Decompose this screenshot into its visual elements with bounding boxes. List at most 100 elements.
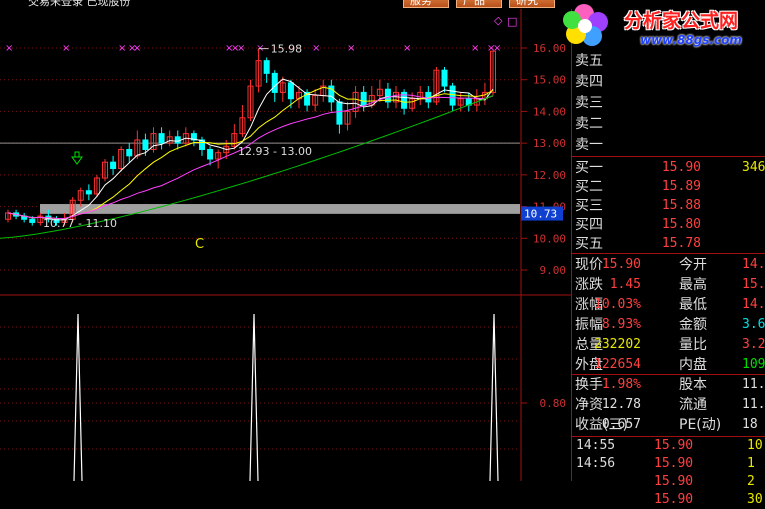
candle-body bbox=[271, 72, 278, 93]
spike-indicator bbox=[489, 313, 499, 481]
stat-row: 现价 15.90 今开 14.0 bbox=[572, 255, 765, 275]
stat-label: 振幅 bbox=[575, 317, 603, 333]
bid-row[interactable]: 买四 15.80 bbox=[572, 215, 765, 235]
tick-price: 15.90 bbox=[654, 438, 694, 453]
ask-label: 卖三 bbox=[575, 95, 603, 111]
signal-marker: × bbox=[471, 43, 479, 54]
tick-volume: 30 bbox=[747, 492, 763, 507]
stat-value: 10.03% bbox=[594, 297, 641, 312]
stat-label-2: 最高 bbox=[679, 277, 707, 293]
quote-panel: 卖五卖四卖三卖二卖一 买一 15.90 3461 买二 15.89 买三 15.… bbox=[572, 9, 765, 507]
bid-label: 买四 bbox=[575, 217, 603, 233]
candle-body bbox=[174, 136, 181, 144]
candle-body bbox=[85, 190, 92, 195]
stat-value: 8.93% bbox=[601, 317, 641, 332]
bid-price: 15.78 bbox=[661, 236, 701, 251]
stat-label: 现价 bbox=[575, 257, 603, 273]
bid-row[interactable]: 买二 15.89 bbox=[572, 177, 765, 197]
tick-row[interactable]: 15.90 30 bbox=[572, 491, 765, 509]
signal-marker: × bbox=[312, 43, 320, 54]
ask-row[interactable]: 卖三 bbox=[572, 93, 765, 113]
stat-value-2: 14.0 bbox=[742, 257, 765, 272]
y-tick-label: 12.00 bbox=[533, 169, 566, 182]
logo-url: www.88gs.com bbox=[640, 33, 742, 47]
candle-body bbox=[336, 101, 343, 125]
stat-value: 15.90 bbox=[601, 257, 641, 272]
stat-value: 0.657 bbox=[601, 417, 641, 432]
stat-label-2: 股本 bbox=[679, 377, 707, 393]
high-label: 15.98 bbox=[271, 43, 303, 56]
signal-marker: × bbox=[237, 43, 245, 54]
tick-volume: 10 bbox=[747, 438, 763, 453]
stat-row: 收益(三) 0.657 PE(动) 18 bbox=[572, 415, 765, 435]
product-button[interactable]: 产品 bbox=[456, 0, 502, 8]
flower-icon bbox=[563, 4, 608, 46]
price-band bbox=[40, 204, 520, 214]
stat-row: 净资 12.78 流通 11.7 bbox=[572, 395, 765, 415]
tick-row[interactable]: 14:56 15.90 1 bbox=[572, 455, 765, 473]
kline-chart[interactable]: 16.0015.0014.0013.0012.0011.0010.009.001… bbox=[0, 9, 572, 481]
ask-row[interactable]: 卖一 bbox=[572, 135, 765, 155]
stat-value-2: 11.7 bbox=[742, 397, 765, 412]
band-lower-label: 10.77 - 11.10 bbox=[43, 217, 117, 230]
stat-value: 122654 bbox=[594, 357, 641, 372]
ask-row[interactable]: 卖五 bbox=[572, 51, 765, 71]
tick-price: 15.90 bbox=[654, 492, 694, 507]
candle-body bbox=[207, 148, 214, 160]
bid-row[interactable]: 买三 15.88 bbox=[572, 196, 765, 216]
bid-label: 买二 bbox=[575, 179, 603, 195]
bid-label: 买三 bbox=[575, 198, 603, 214]
stat-value-2: 18 bbox=[742, 417, 758, 432]
tick-row[interactable]: 15.90 2 bbox=[572, 473, 765, 491]
y-tick-label: 9.00 bbox=[540, 264, 567, 277]
stats-divider bbox=[572, 253, 765, 254]
current-price-label: 10.73 bbox=[524, 208, 557, 221]
spike-indicator bbox=[249, 313, 259, 481]
ask-row[interactable]: 卖四 bbox=[572, 72, 765, 92]
candle-body bbox=[158, 133, 165, 144]
candle-body bbox=[110, 161, 117, 170]
stat-label: 换手 bbox=[575, 377, 603, 393]
signal-marker: × bbox=[62, 43, 70, 54]
stat-label-2: 内盘 bbox=[679, 357, 707, 373]
stat-value-2: 3.2 bbox=[742, 337, 765, 352]
stat-value: 1.98% bbox=[601, 377, 641, 392]
stat-row: 换手 1.98% 股本 11.7 bbox=[572, 375, 765, 395]
bid-row[interactable]: 买五 15.78 bbox=[572, 234, 765, 254]
stat-value-2: 10954 bbox=[742, 357, 765, 372]
tick-price: 15.90 bbox=[654, 474, 694, 489]
research-button[interactable]: 研究 bbox=[509, 0, 555, 8]
candle-body bbox=[441, 69, 448, 87]
bid-label: 买五 bbox=[575, 236, 603, 252]
ask-row[interactable]: 卖二 bbox=[572, 114, 765, 134]
band-upper-label: 12.93 - 13.00 bbox=[238, 145, 312, 158]
ask-label: 卖五 bbox=[575, 53, 603, 69]
service-button[interactable]: 服务 bbox=[403, 0, 449, 8]
candle-body bbox=[126, 148, 133, 157]
stat-row: 总量 232202 量比 3.2 bbox=[572, 335, 765, 355]
stat-label: 净资 bbox=[575, 397, 603, 413]
candle-body bbox=[263, 60, 270, 74]
stat-row: 振幅 8.93% 金额 3.60 bbox=[572, 315, 765, 335]
bid-row[interactable]: 买一 15.90 3461 bbox=[572, 158, 765, 178]
stat-label-2: 最低 bbox=[679, 297, 707, 313]
y-tick-label: 14.00 bbox=[533, 105, 566, 118]
candle-body bbox=[287, 82, 294, 100]
stat-value: 1.45 bbox=[609, 277, 641, 292]
buy-arrow-icon bbox=[71, 151, 83, 165]
stat-row: 涨幅 10.03% 最低 14.0 bbox=[572, 295, 765, 315]
candle-body bbox=[29, 218, 36, 223]
tick-row[interactable]: 14:55 15.90 10 bbox=[572, 437, 765, 455]
bid-price: 15.88 bbox=[661, 198, 701, 213]
ask-label: 卖二 bbox=[575, 116, 603, 132]
stat-value: 232202 bbox=[594, 337, 641, 352]
candle-body bbox=[449, 85, 456, 106]
stat-value-2: 11.7 bbox=[742, 377, 765, 392]
stat-label-2: 金额 bbox=[679, 317, 707, 333]
book-divider bbox=[572, 156, 765, 157]
bid-label: 买一 bbox=[575, 160, 603, 176]
candle-body bbox=[360, 91, 367, 106]
tick-price: 15.90 bbox=[654, 456, 694, 471]
sub-y-tick-label: 0.80 bbox=[540, 397, 567, 410]
signal-c-label: C bbox=[195, 237, 204, 252]
